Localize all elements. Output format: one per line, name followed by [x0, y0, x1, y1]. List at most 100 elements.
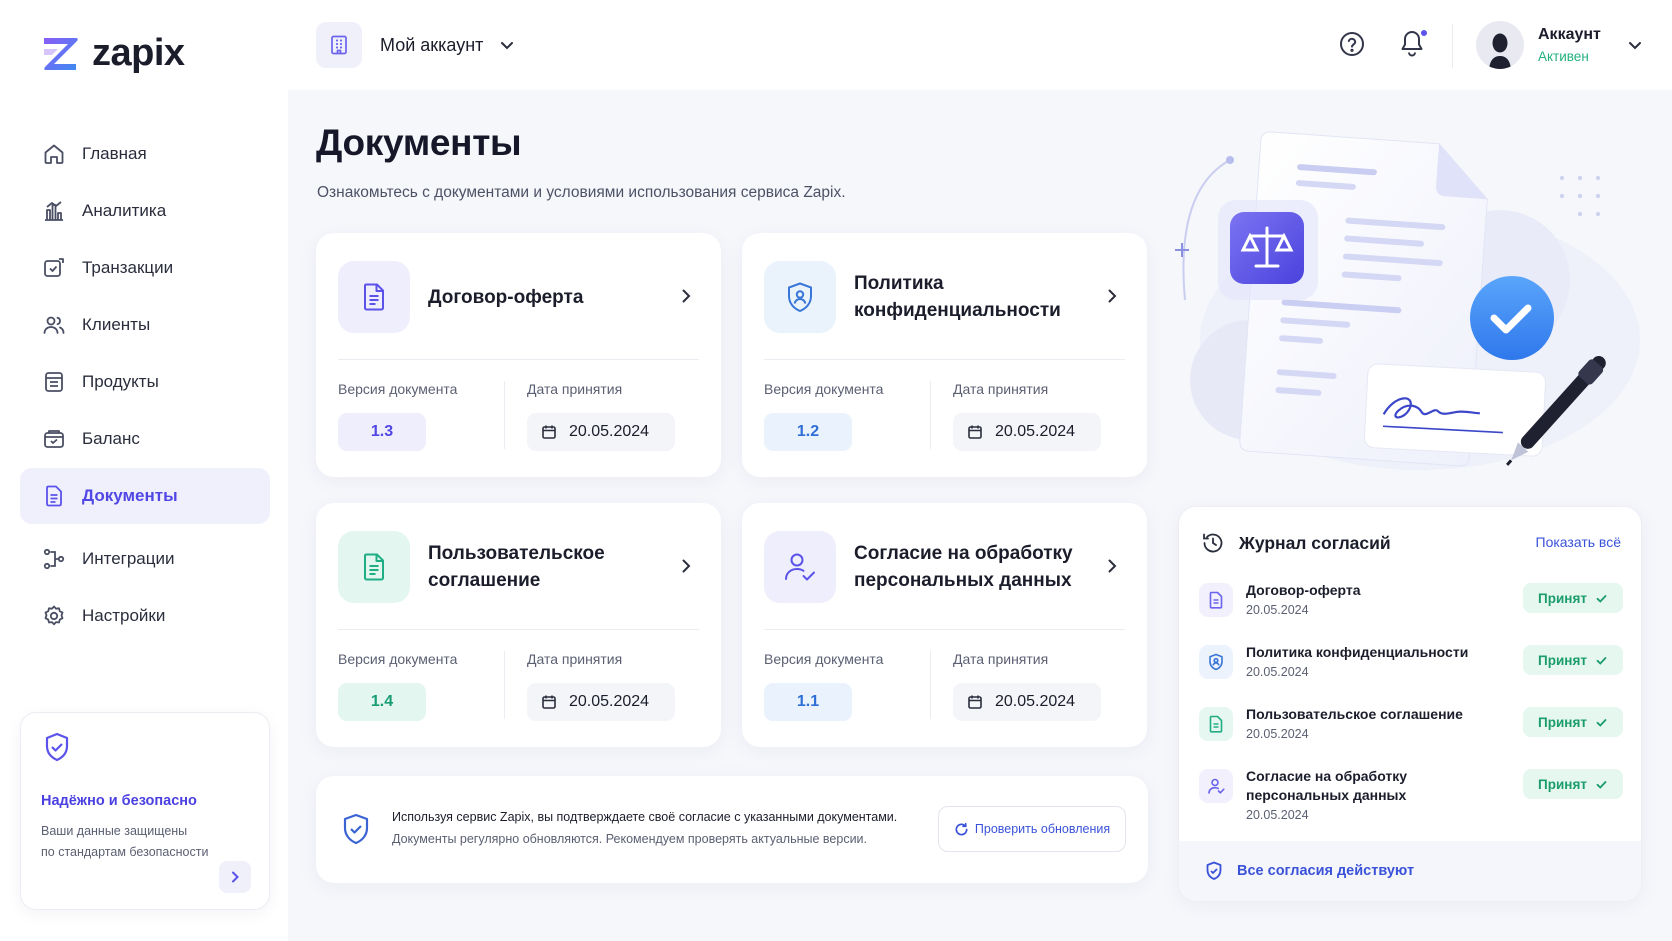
sidebar-item-transactions[interactable]: Транзакции: [20, 240, 270, 296]
security-card-arrow-button[interactable]: [219, 861, 251, 893]
avatar: [1476, 21, 1524, 69]
logo-text: zapix: [92, 32, 185, 74]
version-badge: 1.4: [338, 683, 426, 721]
shield-icon: [45, 732, 69, 762]
consent-journal: Журнал согласий Показать всё Договор-офе…: [1178, 506, 1642, 902]
version-badge: 1.2: [764, 413, 852, 451]
history-icon: [1203, 533, 1223, 553]
journal-entry-date: 20.05.2024: [1246, 727, 1309, 741]
date-badge: 20.05.2024: [953, 683, 1101, 721]
document-icon: [1199, 707, 1233, 741]
date-badge: 20.05.2024: [527, 683, 675, 721]
show-all-link[interactable]: Показать всё: [1536, 534, 1621, 550]
chevron-right-icon: [682, 289, 691, 303]
user-check-icon: [764, 531, 836, 603]
document-card-offer[interactable]: Договор-оферта Версия документа Дата при…: [316, 233, 721, 477]
status-label: Принят: [1538, 776, 1587, 792]
sidebar-item-documents[interactable]: Документы: [20, 468, 270, 524]
sidebar-nav: Главная Аналитика Транзакции Клиенты Про…: [20, 126, 270, 645]
sidebar-item-label: Интеграции: [82, 549, 175, 568]
account-label: Мой аккаунт: [380, 34, 484, 55]
document-card-terms[interactable]: Пользовательское соглашение Версия докум…: [316, 503, 721, 747]
products-icon: [45, 372, 63, 392]
journal-entry-name: Пользовательское соглашение: [1246, 706, 1463, 722]
user-menu[interactable]: Аккаунт Активен: [1476, 21, 1643, 69]
user-status: Активен: [1538, 49, 1589, 64]
journal-entry-name: Согласие на обработку персональных данны…: [1246, 768, 1408, 803]
calendar-icon: [968, 425, 982, 439]
gear-icon: [44, 605, 64, 626]
integrations-icon: [43, 548, 65, 570]
chevron-right-icon: [1108, 559, 1117, 573]
sidebar-item-label: Клиенты: [82, 315, 151, 334]
user-name: Аккаунт: [1538, 26, 1601, 43]
journal-title: Журнал согласий: [1239, 532, 1391, 553]
calendar-icon: [542, 695, 556, 709]
check-icon: [1596, 656, 1607, 665]
page-title: Документы: [316, 122, 522, 163]
sidebar-item-settings[interactable]: Настройки: [20, 588, 270, 644]
security-card-title: Надёжно и безопасно: [41, 793, 197, 809]
wallet-icon: [44, 430, 64, 448]
sidebar-item-integrations[interactable]: Интеграции: [20, 531, 270, 587]
chevron-down-icon: [501, 42, 514, 50]
status-label: Принят: [1538, 714, 1587, 730]
document-title: Политика конфиденциальности: [854, 273, 1061, 321]
sidebar-item-balance[interactable]: Баланс: [20, 411, 270, 467]
page-subtitle: Ознакомьтесь с документами и условиями и…: [317, 184, 846, 201]
version-label: Версия документа: [764, 651, 884, 667]
help-icon: [1340, 32, 1364, 56]
sidebar-item-analytics[interactable]: Аналитика: [20, 183, 270, 239]
document-icon: [338, 531, 410, 603]
shield-check-icon: [1206, 861, 1222, 880]
chevron-right-icon: [232, 871, 239, 883]
top-header: Мой аккаунт Аккаунт Активен: [288, 0, 1672, 90]
shield-user-icon: [764, 261, 836, 333]
document-title: Пользовательское соглашение: [428, 543, 605, 591]
status-label: Принят: [1538, 590, 1587, 606]
building-icon: [316, 22, 362, 68]
version-badge: 1.3: [338, 413, 426, 451]
sidebar-item-home[interactable]: Главная: [20, 126, 270, 182]
date-badge: 20.05.2024: [527, 413, 675, 451]
chevron-right-icon: [682, 559, 691, 573]
account-switcher[interactable]: Мой аккаунт: [316, 22, 515, 68]
document-icon: [1199, 583, 1233, 617]
sidebar-item-label: Аналитика: [82, 201, 167, 220]
notification-dot: [1420, 29, 1428, 37]
check-icon: [1596, 718, 1607, 727]
logo[interactable]: zapix: [40, 32, 185, 75]
refresh-icon: [955, 822, 968, 835]
transactions-icon: [44, 258, 64, 277]
help-button[interactable]: [1338, 30, 1366, 58]
date-label: Дата принятия: [953, 381, 1049, 397]
document-card-privacy[interactable]: Политика конфиденциальности Версия докум…: [742, 233, 1147, 477]
journal-footer: Все согласия действуют: [1179, 841, 1641, 901]
document-title: Согласие на обработку персональных данны…: [854, 543, 1073, 591]
consent-notice: Используя сервис Zapix, вы подтверждаете…: [316, 776, 1148, 883]
analytics-icon: [45, 201, 63, 221]
sidebar-item-products[interactable]: Продукты: [20, 354, 270, 410]
sidebar: zapix Главная Аналитика Транзакции Клиен…: [0, 0, 288, 941]
status-badge: Принят: [1523, 707, 1623, 737]
journal-entry-name: Политика конфиденциальности: [1246, 644, 1469, 660]
sidebar-item-clients[interactable]: Клиенты: [20, 297, 270, 353]
home-icon: [44, 144, 64, 164]
version-label: Версия документа: [338, 381, 458, 397]
notifications-button[interactable]: [1398, 28, 1428, 58]
calendar-icon: [542, 425, 556, 439]
document-icon: [338, 261, 410, 333]
check-updates-button[interactable]: Проверить обновления: [938, 806, 1126, 852]
document-title: Договор-оферта: [428, 286, 584, 308]
notice-text: Используя сервис Zapix, вы подтверждаете…: [392, 810, 898, 824]
security-card: Надёжно и безопасно Ваши данные защищены…: [20, 712, 270, 910]
document-card-consent[interactable]: Согласие на обработку персональных данны…: [742, 503, 1147, 747]
journal-entry-name: Договор-оферта: [1246, 582, 1361, 598]
shield-check-icon: [343, 813, 369, 845]
acceptance-date: 20.05.2024: [995, 693, 1076, 710]
version-badge: 1.1: [764, 683, 852, 721]
shield-user-icon: [1199, 645, 1233, 679]
acceptance-date: 20.05.2024: [569, 693, 650, 710]
notice-subtext: Документы регулярно обновляются. Рекомен…: [392, 832, 868, 846]
date-label: Дата принятия: [527, 381, 623, 397]
